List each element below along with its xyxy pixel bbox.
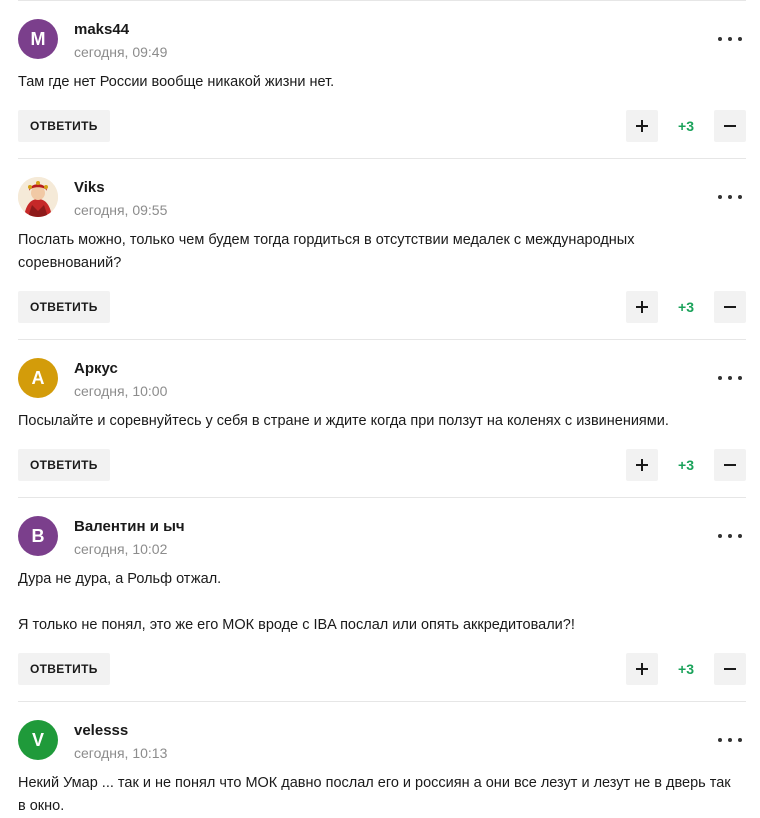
vote-score: +3 bbox=[678, 661, 694, 677]
avatar-letter: V bbox=[31, 729, 44, 750]
comments-feed: M maks44 сегодня, 09:49 Там где нет Росс… bbox=[0, 0, 760, 818]
comment-header: Viks сегодня, 09:55 bbox=[18, 159, 746, 229]
comment-text: Дура не дура, а Рольф отжал. Я только не… bbox=[18, 568, 746, 637]
comment-time: сегодня, 09:49 bbox=[74, 44, 168, 60]
downvote-button[interactable] bbox=[714, 653, 746, 685]
comment-author[interactable]: Аркус bbox=[74, 360, 118, 377]
upvote-button[interactable] bbox=[626, 449, 658, 481]
vote-score: +3 bbox=[678, 299, 694, 315]
reply-button[interactable]: ОТВЕТИТЬ bbox=[18, 449, 110, 481]
upvote-button[interactable] bbox=[626, 291, 658, 323]
comment-text: Посылайте и соревнуйтесь у себя в стране… bbox=[18, 410, 746, 433]
avatar[interactable]: V bbox=[18, 720, 58, 760]
avatar-letter: M bbox=[30, 28, 46, 49]
comment-time: сегодня, 10:00 bbox=[74, 383, 168, 399]
vote-widget: +3 bbox=[626, 449, 746, 481]
more-options-icon[interactable] bbox=[718, 526, 742, 546]
comment-header: V velesss сегодня, 10:13 bbox=[18, 702, 746, 772]
plus-icon bbox=[636, 663, 648, 675]
avatar[interactable] bbox=[18, 177, 58, 217]
more-options-icon[interactable] bbox=[718, 368, 742, 388]
upvote-button[interactable] bbox=[626, 110, 658, 142]
comment-text: Некий Умар ... так и не понял что МОК да… bbox=[18, 772, 746, 818]
vote-score: +3 bbox=[678, 457, 694, 473]
vote-widget: +3 bbox=[626, 653, 746, 685]
avatar[interactable]: B bbox=[18, 516, 58, 556]
reply-button[interactable]: ОТВЕТИТЬ bbox=[18, 291, 110, 323]
upvote-button[interactable] bbox=[626, 653, 658, 685]
comment-actions: ОТВЕТИТЬ +3 bbox=[18, 653, 746, 685]
more-options-icon[interactable] bbox=[718, 730, 742, 750]
comment-author[interactable]: maks44 bbox=[74, 21, 129, 38]
avatar[interactable]: A bbox=[18, 358, 58, 398]
plus-icon bbox=[636, 459, 648, 471]
downvote-button[interactable] bbox=[714, 291, 746, 323]
comment-actions: ОТВЕТИТЬ +3 bbox=[18, 110, 746, 142]
more-options-icon[interactable] bbox=[718, 29, 742, 49]
downvote-button[interactable] bbox=[714, 449, 746, 481]
minus-icon bbox=[724, 306, 736, 308]
comment-text: Послать можно, только чем будем тогда го… bbox=[18, 229, 746, 275]
comment-author[interactable]: Валентин и ыч bbox=[74, 518, 185, 535]
vote-widget: +3 bbox=[626, 291, 746, 323]
downvote-button[interactable] bbox=[714, 110, 746, 142]
plus-icon bbox=[636, 120, 648, 132]
comment-time: сегодня, 09:55 bbox=[74, 202, 168, 218]
minus-icon bbox=[724, 668, 736, 670]
comment-time: сегодня, 10:13 bbox=[74, 745, 168, 761]
comment: A Аркус сегодня, 10:00 Посылайте и сорев… bbox=[18, 339, 746, 481]
minus-icon bbox=[724, 464, 736, 466]
avatar-letter: A bbox=[31, 367, 45, 388]
reply-button[interactable]: ОТВЕТИТЬ bbox=[18, 110, 110, 142]
avatar-image bbox=[18, 177, 58, 217]
comment: B Валентин и ыч сегодня, 10:02 Дура не д… bbox=[18, 497, 746, 685]
comment-paragraph: Дура не дура, а Рольф отжал. bbox=[18, 571, 222, 587]
comment-header: B Валентин и ыч сегодня, 10:02 bbox=[18, 498, 746, 568]
avatar[interactable]: M bbox=[18, 19, 58, 59]
comment-paragraph: Послать можно, только чем будем тогда го… bbox=[18, 232, 635, 271]
comment: M maks44 сегодня, 09:49 Там где нет Росс… bbox=[18, 0, 746, 142]
comment-paragraph: Я только не понял, это же его МОК вроде … bbox=[18, 617, 575, 633]
comment-time: сегодня, 10:02 bbox=[74, 541, 168, 557]
comment-author[interactable]: Viks bbox=[74, 179, 105, 196]
comment: Viks сегодня, 09:55 Послать можно, тольк… bbox=[18, 158, 746, 323]
comment-actions: ОТВЕТИТЬ +3 bbox=[18, 449, 746, 481]
vote-score: +3 bbox=[678, 118, 694, 134]
vote-widget: +3 bbox=[626, 110, 746, 142]
comment-text: Там где нет России вообще никакой жизни … bbox=[18, 71, 746, 94]
comment-header: A Аркус сегодня, 10:00 bbox=[18, 340, 746, 410]
comment-actions: ОТВЕТИТЬ +3 bbox=[18, 291, 746, 323]
comment-author[interactable]: velesss bbox=[74, 722, 128, 739]
avatar-letter: B bbox=[31, 525, 45, 546]
comment-paragraph: Некий Умар ... так и не понял что МОК да… bbox=[18, 775, 731, 814]
comment-paragraph: Там где нет России вообще никакой жизни … bbox=[18, 74, 335, 90]
plus-icon bbox=[636, 301, 648, 313]
reply-button[interactable]: ОТВЕТИТЬ bbox=[18, 653, 110, 685]
more-options-icon[interactable] bbox=[718, 187, 742, 207]
comment-paragraph: Посылайте и соревнуйтесь у себя в стране… bbox=[18, 413, 669, 429]
comment: V velesss сегодня, 10:13 Некий Умар ... … bbox=[18, 701, 746, 818]
comment-header: M maks44 сегодня, 09:49 bbox=[18, 1, 746, 71]
minus-icon bbox=[724, 125, 736, 127]
